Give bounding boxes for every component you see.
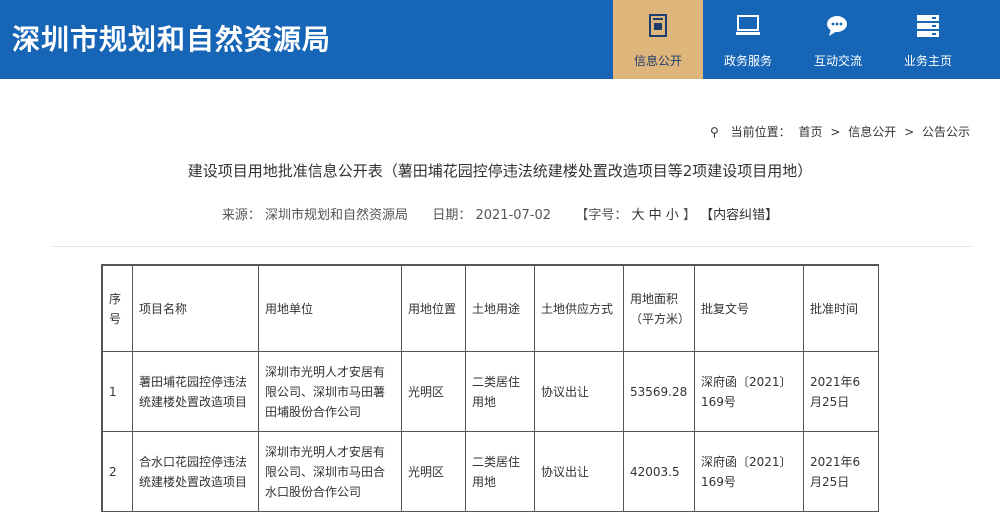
font-small-button[interactable]: 小 — [666, 208, 679, 223]
nav-item-info-public[interactable]: 信息公开 — [613, 0, 703, 79]
header-cell: 土地用途 — [465, 265, 535, 352]
nav-item-gov-service[interactable]: 政务服务 — [703, 0, 793, 79]
table-cell: 深府函〔2021〕169号 — [694, 431, 804, 512]
content-correction-link[interactable]: 【内容纠错】 — [700, 208, 778, 223]
approval-table-container: 序号 项目名称 用地单位 用地位置 土地用途 土地供应方式 用地面积（平方米） … — [101, 264, 879, 512]
font-size-end: 】 — [682, 208, 696, 223]
table-cell: 协议出让 — [534, 351, 624, 432]
header-cell: 项目名称 — [132, 265, 259, 352]
table-cell: 深府函〔2021〕169号 — [694, 351, 804, 432]
table-cell: 2021年6月25日 — [803, 431, 879, 512]
font-size-label: 【字号： — [575, 208, 628, 223]
nav-label: 互动交流 — [813, 54, 862, 68]
divider — [52, 246, 972, 247]
location-pin-icon: ⚲ — [710, 125, 719, 139]
table-row: 2 合水口花园控停违法统建楼处置改造项目 深圳市光明人才安居有限公司、深圳市马田… — [102, 431, 879, 512]
server-icon — [917, 15, 939, 37]
breadcrumb-notice-link[interactable]: 公告公示 — [922, 125, 970, 139]
header-cell: 土地供应方式 — [534, 265, 624, 352]
table-cell: 合水口花园控停违法统建楼处置改造项目 — [132, 431, 259, 512]
site-title[interactable]: 深圳市规划和自然资源局 — [12, 18, 331, 58]
table-cell: 1 — [102, 351, 133, 432]
font-large-button[interactable]: 大 — [631, 208, 644, 223]
table-row: 1 薯田埔花园控停违法统建楼处置改造项目 深圳市光明人才安居有限公司、深圳市马田… — [102, 351, 879, 432]
breadcrumb-info-public-link[interactable]: 信息公开 — [848, 125, 896, 139]
breadcrumb-prefix: 当前位置： — [730, 125, 791, 139]
nav-label: 政务服务 — [723, 54, 772, 68]
monitor-icon — [736, 15, 760, 35]
header-cell: 用地面积（平方米） — [623, 265, 695, 352]
header-cell: 用地位置 — [401, 265, 466, 352]
table-cell: 深圳市光明人才安居有限公司、深圳市马田合水口股份合作公司 — [258, 431, 402, 512]
table-cell: 2 — [102, 431, 133, 512]
date-value: 2021-07-02 — [475, 208, 552, 223]
table-cell: 薯田埔花园控停违法统建楼处置改造项目 — [132, 351, 259, 432]
article-meta: 来源： 深圳市规划和自然资源局 日期： 2021-07-02 【字号： 大 中 … — [0, 204, 1000, 223]
breadcrumb-separator: > — [830, 125, 841, 139]
table-cell: 二类居住用地 — [465, 351, 535, 432]
nav-label: 业务主页 — [903, 54, 952, 68]
table-cell: 光明区 — [401, 351, 466, 432]
nav-item-business-home[interactable]: 业务主页 — [883, 0, 973, 79]
table-cell: 光明区 — [401, 431, 466, 512]
header-cell: 序号 — [102, 265, 133, 352]
header-cell: 批复文号 — [694, 265, 804, 352]
chat-bubble-icon — [827, 16, 847, 36]
table-header-row: 序号 项目名称 用地单位 用地位置 土地用途 土地供应方式 用地面积（平方米） … — [102, 265, 879, 352]
table-cell: 协议出让 — [534, 431, 624, 512]
nav-label: 信息公开 — [633, 54, 682, 68]
table-cell: 53569.28 — [623, 351, 695, 432]
table-cell: 深圳市光明人才安居有限公司、深圳市马田薯田埔股份合作公司 — [258, 351, 402, 432]
document-icon — [649, 14, 667, 37]
font-medium-button[interactable]: 中 — [649, 208, 662, 223]
table-cell: 二类居住用地 — [465, 431, 535, 512]
date-label: 日期： — [432, 208, 472, 223]
page-title: 建设项目用地批准信息公开表（薯田埔花园控停违法统建楼处置改造项目等2项建设项目用… — [187, 162, 813, 180]
header-cell: 用地单位 — [258, 265, 402, 352]
site-header: 深圳市规划和自然资源局 信息公开 政务服务 互动交流 业务主页 — [0, 0, 1000, 79]
table-cell: 42003.5 — [623, 431, 695, 512]
breadcrumb: ⚲ 当前位置： 首页 > 信息公开 > 公告公示 — [708, 123, 972, 140]
nav-item-interaction[interactable]: 互动交流 — [793, 0, 883, 79]
source-label: 来源： — [221, 208, 261, 223]
header-cell: 批准时间 — [803, 265, 879, 352]
approval-table: 序号 项目名称 用地单位 用地位置 土地用途 土地供应方式 用地面积（平方米） … — [102, 265, 879, 512]
breadcrumb-separator: > — [904, 125, 915, 139]
source-value: 深圳市规划和自然资源局 — [265, 208, 409, 223]
breadcrumb-home-link[interactable]: 首页 — [799, 125, 823, 139]
table-cell: 2021年6月25日 — [803, 351, 879, 432]
